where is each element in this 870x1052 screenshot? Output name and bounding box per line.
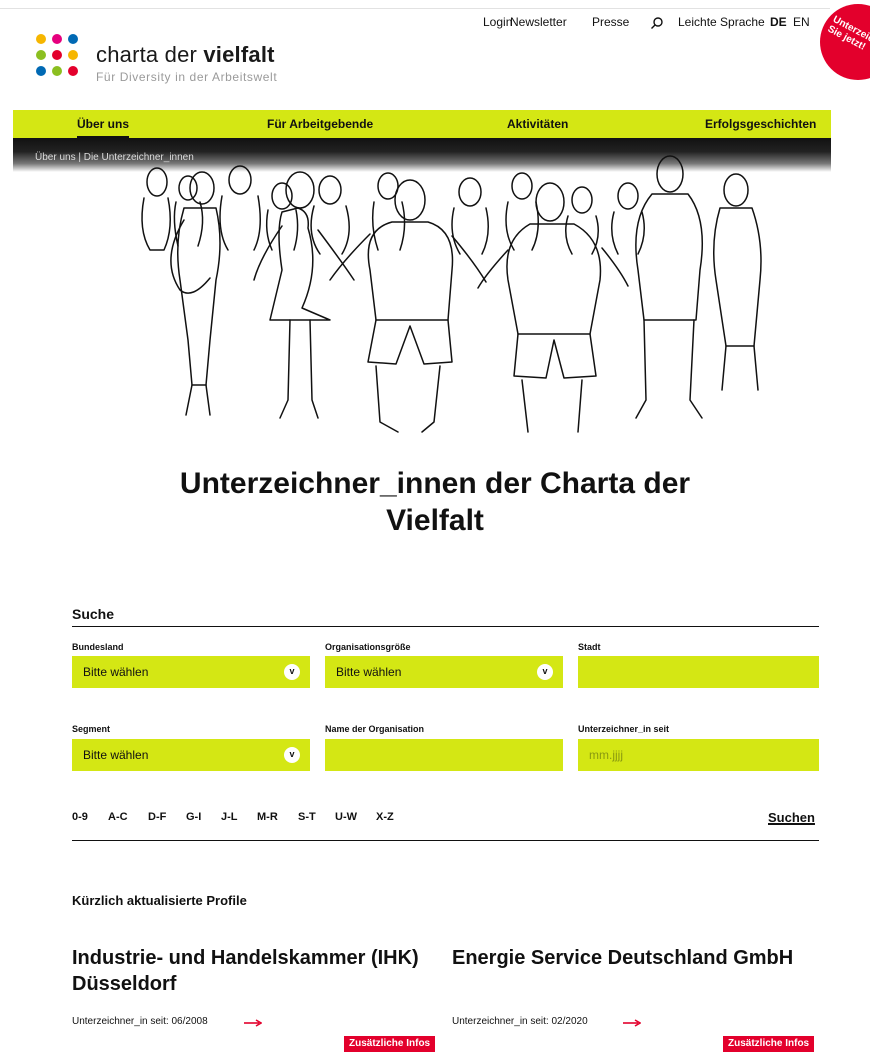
alpha-filter-j-l[interactable]: J-L xyxy=(221,811,238,823)
login-link[interactable]: Login xyxy=(483,15,512,29)
arrow-right-icon[interactable] xyxy=(244,1019,262,1027)
stadt-label: Stadt xyxy=(578,642,601,652)
segment-value: Bitte wählen xyxy=(83,748,149,762)
nav-item-aktivitaeten[interactable]: Aktivitäten xyxy=(507,117,568,131)
chevron-down-icon: v xyxy=(537,664,553,680)
person-center-back xyxy=(329,179,487,433)
segment-select[interactable]: Bitte wählen v xyxy=(72,739,310,771)
stadt-input[interactable] xyxy=(578,656,819,688)
hero-illustration xyxy=(141,155,762,433)
profile-card-since: Unterzeichner_in seit: 02/2020 xyxy=(452,1016,588,1027)
alpha-filter-d-f[interactable]: D-F xyxy=(148,811,166,823)
logo-dot xyxy=(36,50,46,60)
alpha-filter-u-w[interactable]: U-W xyxy=(335,811,357,823)
logo-title-regular: charta der xyxy=(96,42,204,67)
person-right-tall xyxy=(635,155,704,419)
nav-item-erfolgsgeschichten[interactable]: Erfolgsgeschichten xyxy=(705,117,816,131)
bundesland-label: Bundesland xyxy=(72,642,124,652)
logo-subtitle: Für Diversity in der Arbeitswelt xyxy=(96,70,278,84)
alpha-filter-x-z[interactable]: X-Z xyxy=(376,811,394,823)
logo-dot xyxy=(68,66,78,76)
logo-dot xyxy=(36,34,46,44)
profile-card-since: Unterzeichner_in seit: 06/2008 xyxy=(72,1016,208,1027)
lang-de-link[interactable]: DE xyxy=(770,15,787,29)
alpha-filter-g-i[interactable]: G-I xyxy=(186,811,201,823)
badge-text: Unterzeichnen Sie jetzt! xyxy=(825,14,870,57)
organisationsgroesse-label: Organisationsgröße xyxy=(325,642,411,652)
utility-nav: Login Newsletter Presse Leichte Sprache … xyxy=(0,15,870,35)
nav-item-ueber-uns[interactable]: Über uns xyxy=(77,117,130,138)
alpha-filter-a-c[interactable]: A-C xyxy=(108,811,128,823)
logo-title: charta der vielfalt xyxy=(96,42,275,68)
segment-label: Segment xyxy=(72,724,111,734)
newsletter-link[interactable]: Newsletter xyxy=(510,15,567,29)
presse-link[interactable]: Presse xyxy=(592,15,629,29)
unterzeichner-seit-placeholder: mm.jjjj xyxy=(589,748,623,762)
recent-profiles-heading: Kürzlich aktualisierte Profile xyxy=(72,893,247,908)
lang-en-link[interactable]: EN xyxy=(793,15,810,29)
logo-title-bold: vielfalt xyxy=(203,42,275,67)
main-nav: Über uns Für Arbeitgebende Aktivitäten E… xyxy=(13,110,831,138)
person-woman-skirt xyxy=(253,171,355,419)
organisation-name-input[interactable] xyxy=(325,739,563,771)
chevron-down-icon: v xyxy=(284,747,300,763)
profile-card-title[interactable]: Energie Service Deutschland GmbH xyxy=(452,945,812,971)
nav-item-fuer-arbeitgebende[interactable]: Für Arbeitgebende xyxy=(267,117,373,131)
person-right-edge xyxy=(713,173,762,391)
logo-dot xyxy=(52,34,62,44)
crowd-back-row xyxy=(141,165,645,255)
chevron-down-icon: v xyxy=(284,664,300,680)
search-title: Suche xyxy=(72,606,115,622)
search-divider xyxy=(72,626,819,627)
person-left xyxy=(170,171,221,416)
unterzeichner-seit-label: Unterzeichner_in seit xyxy=(578,724,670,734)
person-center-right xyxy=(477,182,629,433)
leichte-sprache-link[interactable]: Leichte Sprache xyxy=(678,15,765,29)
more-info-button[interactable]: Zusätzliche Infos xyxy=(723,1036,815,1052)
organisationsgroesse-value: Bitte wählen xyxy=(336,665,402,679)
logo-dot xyxy=(68,50,78,60)
bundesland-select[interactable]: Bitte wählen v xyxy=(72,656,310,688)
organisationsgroesse-select[interactable]: Bitte wählen v xyxy=(325,656,563,688)
logo-dot xyxy=(52,50,62,60)
search-bottom-divider xyxy=(72,840,819,841)
alpha-filter-0-9[interactable]: 0-9 xyxy=(72,811,88,823)
arrow-right-icon[interactable] xyxy=(623,1019,641,1027)
top-divider xyxy=(0,8,830,9)
page-title: Unterzeichner_innen der Charta der Vielf… xyxy=(179,467,691,537)
alpha-filter-s-t[interactable]: S-T xyxy=(298,811,316,823)
more-info-button[interactable]: Zusätzliche Infos xyxy=(344,1036,436,1052)
unterzeichner-seit-input[interactable]: mm.jjjj xyxy=(578,739,819,771)
search-icon[interactable] xyxy=(650,16,664,30)
search-submit-button[interactable]: Suchen xyxy=(768,810,815,825)
profile-card-title[interactable]: Industrie- und Handelskammer (IHK) Düsse… xyxy=(72,945,432,997)
bundesland-value: Bitte wählen xyxy=(83,665,149,679)
logo-dot xyxy=(68,34,78,44)
logo-dot xyxy=(52,66,62,76)
logo-dot xyxy=(36,66,46,76)
alpha-filter-m-r[interactable]: M-R xyxy=(257,811,278,823)
organisation-name-label: Name der Organisation xyxy=(325,724,425,734)
